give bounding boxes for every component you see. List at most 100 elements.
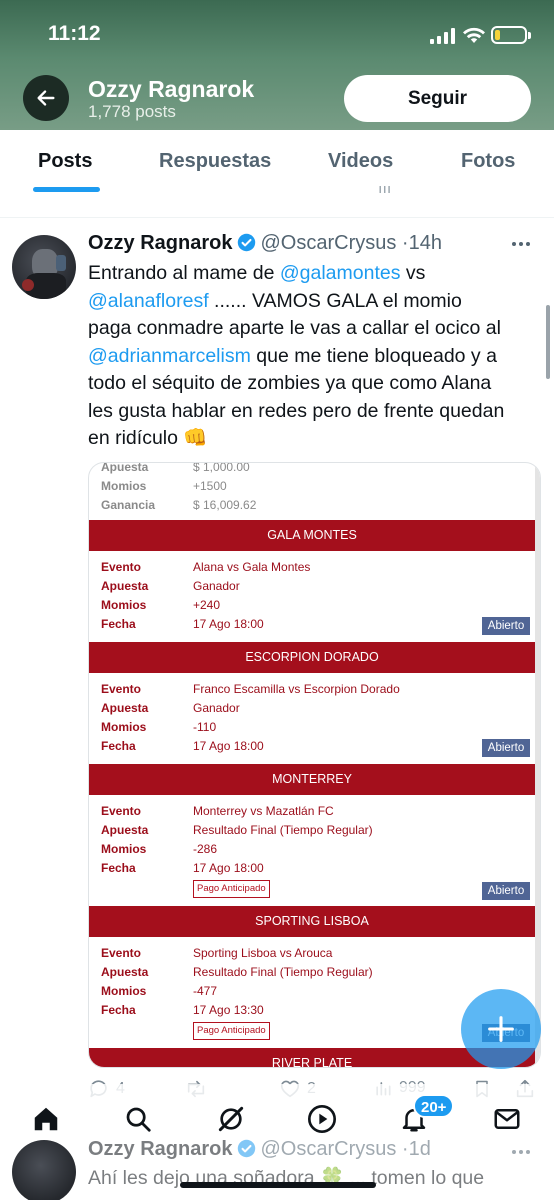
bet-header: GALA MONTES (89, 520, 535, 551)
bet-header: MONTERREY (89, 764, 535, 795)
prepaid-badge: Pago Anticipado (193, 1022, 270, 1040)
next-tweet-separator: · (401, 1138, 409, 1160)
tab-videos[interactable]: Videos (328, 150, 393, 173)
tweet-handle[interactable]: @OscarCrysus (260, 232, 396, 254)
field-label: Fecha (101, 1003, 136, 1017)
bet-field-apuesta: Apuesta Ganador (101, 701, 521, 719)
status-time: 11:12 (48, 22, 101, 45)
summary-key: Apuesta (101, 462, 149, 474)
field-label: Momios (101, 842, 147, 856)
next-tweet-time[interactable]: 1d (409, 1138, 431, 1160)
field-value: Ganador (193, 579, 240, 593)
app-root: 11:12 Ozzy Ragnarok 1,778 posts Seguir P… (0, 0, 554, 1200)
grok-icon (218, 1106, 244, 1132)
field-label: Apuesta (101, 579, 149, 593)
field-label: Momios (101, 984, 147, 998)
plus-icon (488, 1016, 514, 1042)
verified-badge-icon (238, 1139, 256, 1158)
tweet-time[interactable]: 14h (409, 232, 442, 254)
back-button[interactable] (23, 75, 69, 121)
tweet-text-line: paga conmadre aparte le vas a callar el … (88, 317, 501, 339)
bet-field-momios: Momios -110 (101, 720, 521, 738)
field-label: Apuesta (101, 965, 149, 979)
profile-posts-count: 1,778 posts (88, 102, 176, 121)
mention-link-adrianmarcelism[interactable]: @adrianmarcelism (88, 345, 251, 367)
field-label: Momios (101, 598, 147, 612)
tweet-image-bet-slip[interactable]: Apuesta $ 1,000.00 Momios +1500 Ganancia $ … (88, 462, 541, 1068)
tab-fotos[interactable]: Fotos (461, 150, 515, 173)
follow-button[interactable]: Seguir (344, 75, 531, 122)
profile-header: 11:12 Ozzy Ragnarok 1,778 posts Seguir (0, 0, 554, 130)
field-value: 17 Ago 18:00 (193, 617, 264, 631)
cellular-signal-icon (430, 28, 455, 44)
bet-header: SPORTING LISBOA (89, 906, 535, 937)
summary-row: Momios +1500 (101, 479, 521, 497)
notifications-badge: 20+ (413, 1094, 455, 1118)
bet-field-apuesta: Apuesta Resultado Final (Tiempo Regular) (101, 965, 521, 983)
field-value: Sporting Lisboa vs Arouca (193, 946, 333, 960)
field-label: Fecha (101, 861, 136, 875)
nav-messages[interactable] (487, 1099, 527, 1139)
status-badge-abierto: Abierto (482, 617, 530, 635)
field-value: Alana vs Gala Montes (193, 560, 311, 574)
summary-value: $ 16,009.62 (193, 498, 257, 512)
tweet-text-fragment: vs (400, 262, 426, 284)
field-label: Apuesta (101, 823, 149, 837)
bet-field-apuesta: Apuesta Ganador (101, 579, 521, 597)
field-value: -110 (193, 720, 217, 734)
nav-grok[interactable] (211, 1099, 251, 1139)
wifi-icon (463, 27, 485, 43)
tab-respuestas[interactable]: Respuestas (159, 150, 271, 173)
bet-block: ESCORPION DORADO Evento Franco Escamilla … (89, 642, 535, 764)
verified-badge-icon (238, 233, 256, 252)
field-label: Fecha (101, 739, 136, 753)
next-tweet-header: Ozzy Ragnarok @OscarCrysus ·1d (88, 1138, 431, 1161)
home-icon (34, 1107, 58, 1131)
bet-field-fecha: Fecha 17 Ago 18:00 (101, 861, 521, 879)
next-tweet-more-icon[interactable] (512, 1150, 530, 1154)
bet-slip: Apuesta $ 1,000.00 Momios +1500 Ganancia $ … (89, 462, 535, 1067)
summary-value: +1500 (193, 479, 227, 493)
tweet-text-fragment: ...... VAMOS GALA el momio (208, 289, 462, 312)
tweet-separator: · (401, 232, 409, 254)
field-value: 17 Ago 13:30 (193, 1003, 264, 1017)
bet-block: GALA MONTES Evento Alana vs Gala Montes A… (89, 520, 535, 642)
summary-row: Ganancia $ 16,009.62 (101, 498, 521, 516)
bet-block: MONTERREY Evento Monterrey vs Mazatlán FC… (89, 764, 535, 906)
more-options-icon[interactable] (512, 242, 530, 246)
tweet-text: Entrando al mame de @galamontes vs @alan… (88, 260, 543, 453)
battery-icon (491, 26, 531, 44)
field-label: Momios (101, 720, 147, 734)
home-indicator[interactable] (180, 1182, 376, 1188)
tweet-text-fragment: que me tiene bloqueado y a (250, 344, 497, 367)
next-tweet-avatar[interactable] (12, 1140, 76, 1200)
mention-link-galamontes[interactable]: @galamontes (280, 262, 401, 284)
nav-home[interactable] (26, 1099, 66, 1139)
field-label: Evento (101, 560, 142, 574)
field-value: Ganador (193, 701, 240, 715)
profile-name: Ozzy Ragnarok (88, 76, 255, 102)
field-value: -286 (193, 842, 218, 856)
summary-key: Ganancia (101, 498, 156, 512)
tweet-header: Ozzy Ragnarok @OscarCrysus ·14h (88, 232, 442, 258)
nav-search[interactable] (118, 1099, 158, 1139)
scrollbar[interactable] (546, 305, 550, 379)
next-tweet-handle[interactable]: @OscarCrysus (260, 1138, 396, 1160)
tweet-text-fragment: Entrando al mame de (88, 262, 280, 284)
tweet-text-line: en ridículo 👊 (88, 427, 208, 449)
bet-field-fecha: Fecha 17 Ago 18:00 (101, 739, 521, 757)
field-label: Evento (101, 682, 142, 696)
bet-field-evento: Evento Sporting Lisboa vs Arouca (101, 946, 521, 964)
author-avatar[interactable] (12, 235, 76, 299)
field-label: Evento (101, 946, 142, 960)
field-value: 17 Ago 18:00 (193, 739, 264, 753)
compose-button[interactable] (461, 989, 541, 1069)
tab-posts[interactable]: Posts (38, 150, 92, 173)
next-tweet-author-name[interactable]: Ozzy Ragnarok (88, 1138, 232, 1160)
tweet-author-name[interactable]: Ozzy Ragnarok (88, 232, 232, 254)
bet-field-apuesta: Apuesta Resultado Final (Tiempo Regular) (101, 823, 521, 841)
bet-field-fecha: Fecha 17 Ago 13:30 (101, 1003, 521, 1021)
summary-value: $ 1,000.00 (193, 462, 250, 474)
mention-link-alanafloresf[interactable]: @alanafloresf (88, 290, 209, 312)
nav-video[interactable] (302, 1099, 342, 1139)
